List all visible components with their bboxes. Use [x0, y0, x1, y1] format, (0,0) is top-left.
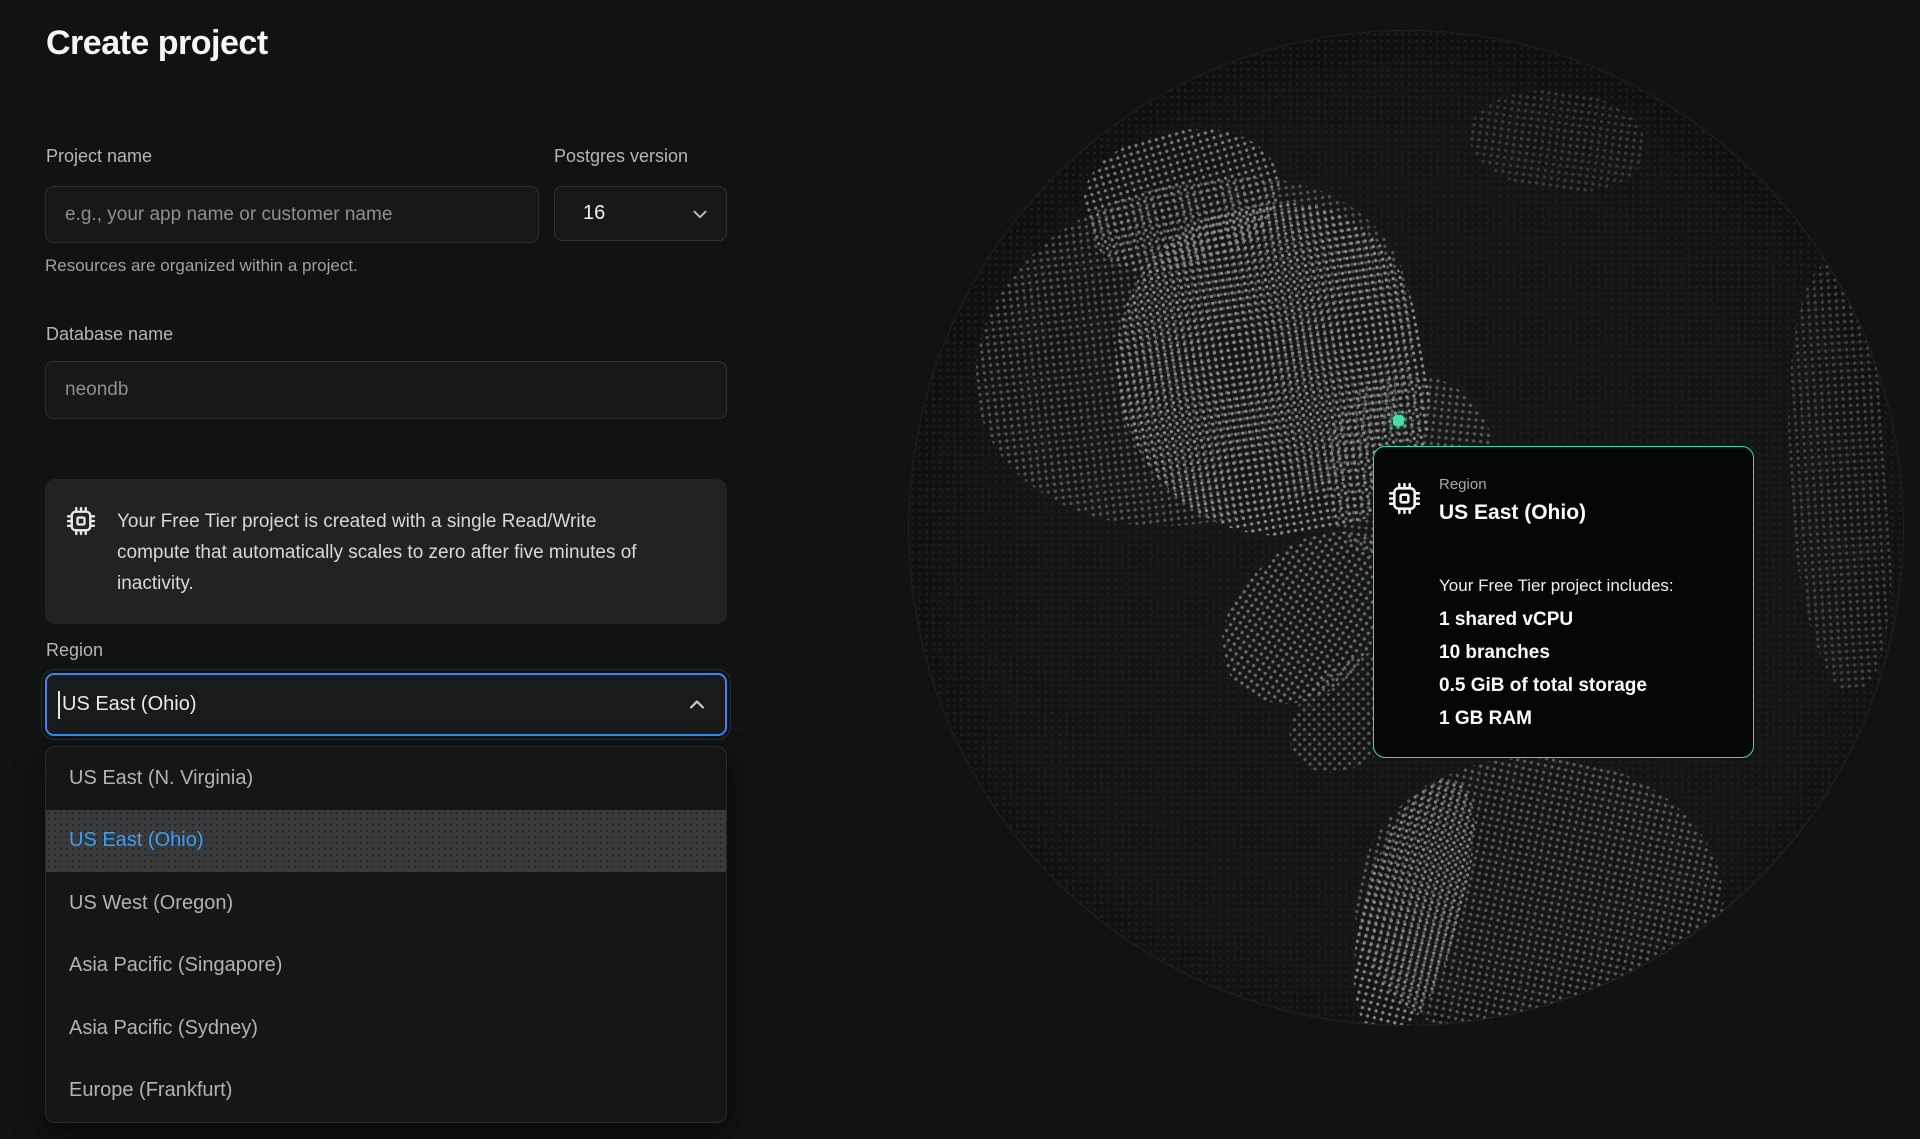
text-cursor: [58, 691, 60, 719]
globe-land-dots: [1774, 260, 1904, 694]
create-project-form: Create project Project name Postgres ver…: [45, 0, 727, 1139]
tooltip-feature: 1 GB RAM: [1439, 702, 1647, 735]
region-option[interactable]: US East (Ohio): [46, 810, 726, 873]
region-listbox: US East (N. Virginia)US East (Ohio)US We…: [45, 746, 727, 1123]
tooltip-feature: 0.5 GiB of total storage: [1439, 669, 1647, 702]
region-combobox-value: US East (Ohio): [62, 693, 196, 716]
create-project-page: Region US East (Ohio) Your Free Tier pro…: [0, 0, 1920, 1139]
cpu-chip-icon: [66, 506, 96, 536]
region-combobox[interactable]: US East (Ohio): [45, 673, 727, 736]
tooltip-includes-title: Your Free Tier project includes:: [1439, 576, 1674, 596]
globe-land-dots: [1463, 79, 1650, 202]
tooltip-feature: 1 shared vCPU: [1439, 603, 1647, 636]
region-option[interactable]: US West (Oregon): [46, 872, 726, 935]
region-tooltip-card: Region US East (Ohio) Your Free Tier pro…: [1373, 446, 1754, 758]
tooltip-region-value: US East (Ohio): [1439, 501, 1586, 525]
page-title: Create project: [46, 22, 268, 64]
region-option[interactable]: Asia Pacific (Sydney): [46, 997, 726, 1060]
postgres-version-select[interactable]: 16: [554, 186, 727, 241]
postgres-version-value: 16: [583, 202, 605, 225]
project-name-label: Project name: [46, 146, 152, 167]
project-name-input[interactable]: [45, 186, 539, 243]
free-tier-notice-text: Your Free Tier project is created with a…: [117, 506, 653, 599]
chevron-down-icon: [689, 203, 711, 225]
region-marker-dot[interactable]: [1393, 415, 1404, 426]
chevron-up-icon: [685, 693, 709, 717]
database-name-label: Database name: [46, 324, 173, 345]
region-option[interactable]: Asia Pacific (Singapore): [46, 935, 726, 998]
free-tier-notice: Your Free Tier project is created with a…: [45, 479, 727, 624]
tooltip-feature: 10 branches: [1439, 636, 1647, 669]
tooltip-region-label: Region: [1439, 476, 1487, 493]
region-label: Region: [46, 640, 103, 661]
region-option[interactable]: Europe (Frankfurt): [46, 1060, 726, 1123]
tooltip-feature-list: 1 shared vCPU10 branches0.5 GiB of total…: [1439, 603, 1647, 735]
postgres-version-label: Postgres version: [554, 146, 688, 167]
database-name-input[interactable]: [45, 361, 727, 419]
project-help-text: Resources are organized within a project…: [45, 256, 358, 276]
cpu-chip-icon: [1388, 482, 1421, 515]
region-option[interactable]: US East (N. Virginia): [46, 747, 726, 810]
